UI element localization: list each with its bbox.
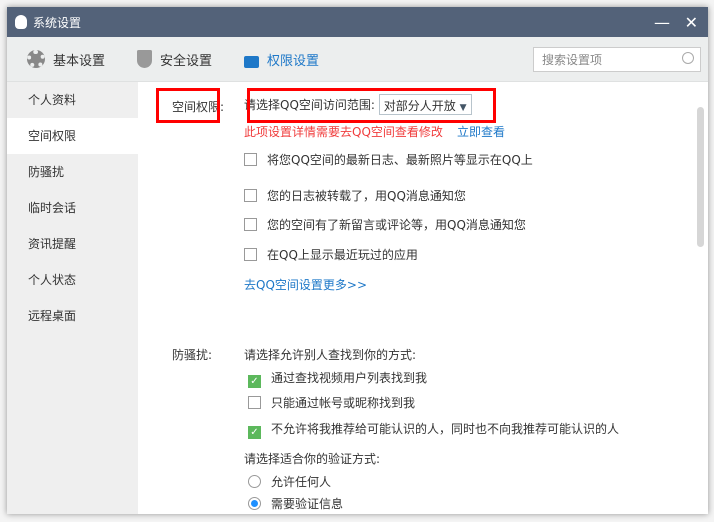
close-button[interactable]: ✕ [685, 13, 698, 32]
highlight-box [156, 88, 220, 123]
option-label: 不允许将我推荐给可能认识的人，同时也不向我推荐可能认识的人 [271, 422, 620, 436]
more-settings-link[interactable]: 去QQ空间设置更多>> [244, 276, 367, 293]
lock-icon [244, 56, 260, 68]
space-option[interactable]: 将您QQ空间的最新日志、最新照片等显示在QQ上 [244, 151, 533, 168]
tab-label: 基本设置 [53, 53, 106, 69]
option-label: 您的空间有了新留言或评论等，用QQ消息通知您 [267, 218, 526, 232]
tab-label: 安全设置 [160, 53, 213, 69]
search-placeholder: 搜索设置项 [542, 53, 603, 67]
checkbox[interactable] [244, 248, 257, 261]
gear-icon [27, 50, 45, 68]
option-label: 您的日志被转载了，用QQ消息通知您 [267, 189, 466, 203]
sidebar: 个人资料 空间权限 防骚扰 临时会话 资讯提醒 个人状态 远程桌面 [7, 82, 138, 514]
content-panel: 空间权限: 请选择QQ空间访问范围: 对部分人开放 ▼ 此项设置详情需要去QQ空… [138, 82, 708, 514]
verify-option[interactable]: 允许任何人 [248, 473, 331, 490]
qq-logo-icon [15, 15, 27, 29]
option-label: 需要验证信息 [271, 497, 344, 511]
space-option[interactable]: 您的日志被转载了，用QQ消息通知您 [244, 187, 466, 204]
scrollbar[interactable] [697, 107, 704, 247]
sidebar-item-anti-harass[interactable]: 防骚扰 [7, 154, 138, 190]
window-title: 系统设置 [33, 15, 82, 30]
tab-permission-settings[interactable]: 权限设置 [244, 50, 319, 69]
space-note: 此项设置详情需要去QQ空间查看修改 [244, 125, 443, 139]
checkbox-checked[interactable]: ✓ [248, 426, 261, 439]
find-option[interactable]: 只能通过帐号或昵称找到我 [248, 394, 415, 411]
checkbox[interactable] [244, 218, 257, 231]
option-label: 将您QQ空间的最新日志、最新照片等显示在QQ上 [267, 153, 533, 167]
sidebar-item-remote-desktop[interactable]: 远程桌面 [7, 298, 138, 334]
minimize-button[interactable]: — [654, 13, 670, 32]
view-now-link[interactable]: 立即查看 [457, 123, 505, 140]
search-icon[interactable] [682, 52, 694, 64]
verify-label: 请选择适合你的验证方式: [244, 452, 381, 466]
sidebar-item-news[interactable]: 资讯提醒 [7, 226, 138, 262]
sidebar-item-profile[interactable]: 个人资料 [7, 82, 138, 118]
search-input[interactable]: 搜索设置项 [533, 47, 701, 72]
tab-label: 权限设置 [267, 53, 320, 69]
space-option[interactable]: 在QQ上显示最近玩过的应用 [244, 246, 418, 263]
sidebar-item-space-permission[interactable]: 空间权限 [7, 118, 138, 154]
sidebar-item-status[interactable]: 个人状态 [7, 262, 138, 298]
checkbox[interactable] [244, 153, 257, 166]
title-bar: 系统设置 — ✕ [7, 7, 708, 37]
shield-icon [137, 50, 153, 68]
option-label: 在QQ上显示最近玩过的应用 [267, 248, 418, 262]
settings-window: 系统设置 — ✕ 基本设置 安全设置 权限设置 搜索设置项 个人资料 空间权限 … [7, 7, 708, 514]
space-option[interactable]: 您的空间有了新留言或评论等，用QQ消息通知您 [244, 216, 526, 233]
radio[interactable] [248, 475, 261, 488]
radio-selected[interactable] [248, 497, 261, 510]
option-label: 允许任何人 [271, 475, 332, 489]
find-label: 请选择允许别人查找到你的方式: [244, 348, 417, 362]
checkbox[interactable] [248, 396, 261, 409]
option-label: 通过查找视频用户列表找到我 [271, 371, 428, 385]
find-option[interactable]: ✓ 不允许将我推荐给可能认识的人，同时也不向我推荐可能认识的人 [248, 420, 619, 439]
highlight-box [247, 88, 496, 123]
anti-harass-label: 防骚扰: [172, 348, 213, 362]
option-label: 只能通过帐号或昵称找到我 [271, 396, 416, 410]
verify-option[interactable]: 需要验证信息 [248, 495, 343, 512]
tab-security-settings[interactable]: 安全设置 [137, 50, 212, 69]
checkbox[interactable] [244, 189, 257, 202]
sidebar-item-temp-session[interactable]: 临时会话 [7, 190, 138, 226]
tab-basic-settings[interactable]: 基本设置 [27, 50, 105, 69]
toolbar: 基本设置 安全设置 权限设置 搜索设置项 [7, 37, 708, 82]
checkbox-checked[interactable]: ✓ [248, 375, 261, 388]
find-option[interactable]: ✓ 通过查找视频用户列表找到我 [248, 369, 427, 388]
